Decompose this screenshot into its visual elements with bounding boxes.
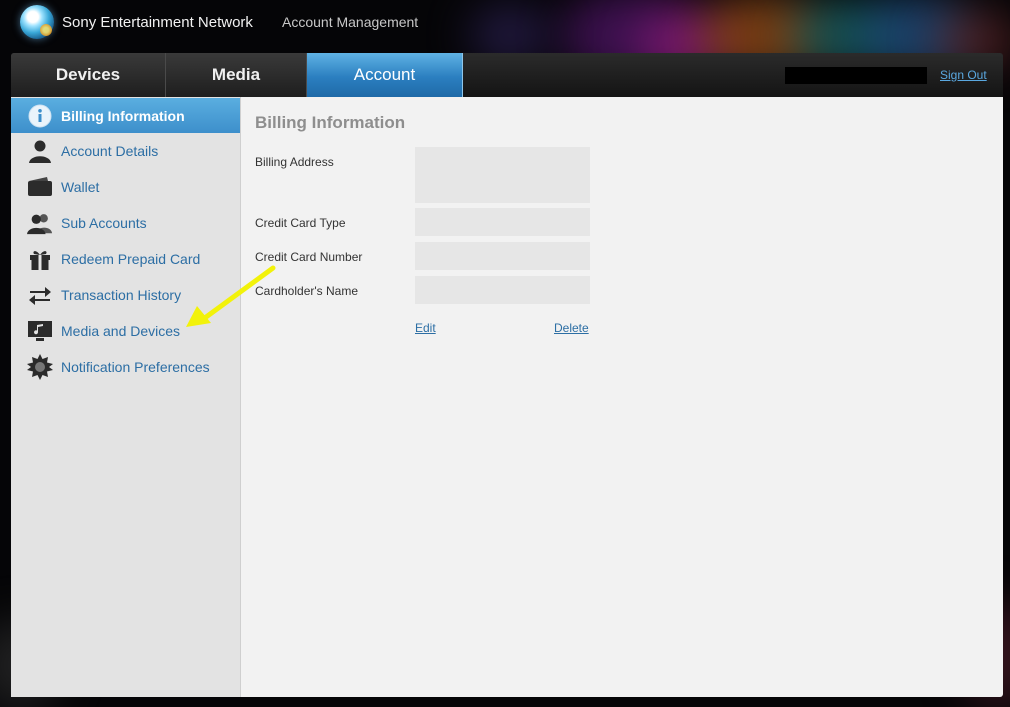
person-icon — [27, 138, 53, 164]
brand-name: Sony Entertainment Network — [62, 14, 253, 31]
sidebar-item-media-and-devices[interactable]: Media and Devices — [11, 313, 240, 349]
people-icon — [27, 210, 53, 236]
main-panel: Billing Information Account Details Wall… — [11, 97, 1003, 697]
sidebar-item-label: Transaction History — [61, 287, 182, 303]
edit-link[interactable]: Edit — [415, 321, 436, 335]
tab-devices[interactable]: Devices — [11, 53, 166, 97]
tab-account[interactable]: Account — [307, 53, 463, 97]
arrows-icon — [27, 282, 53, 308]
sidebar: Billing Information Account Details Wall… — [11, 97, 241, 697]
sidebar-item-label: Media and Devices — [61, 323, 181, 339]
sidebar-item-label: Account Details — [61, 143, 159, 159]
section-title: Account Management — [282, 14, 419, 30]
sign-out-link[interactable]: Sign Out — [940, 68, 987, 82]
credit-card-type-label: Credit Card Type — [255, 216, 346, 230]
gift-icon — [27, 246, 53, 272]
sidebar-item-transaction-history[interactable]: Transaction History — [11, 277, 240, 313]
tab-bar: Devices Media Account Sign Out — [11, 53, 1003, 97]
sidebar-item-label: Billing Information — [61, 107, 185, 124]
billing-address-label: Billing Address — [255, 155, 334, 169]
sidebar-item-notification-preferences[interactable]: Notification Preferences — [11, 349, 240, 385]
billing-content: Billing Information Billing Address Cred… — [255, 97, 995, 697]
music-monitor-icon — [27, 318, 53, 344]
badge-icon — [27, 354, 53, 380]
tab-media[interactable]: Media — [166, 53, 307, 97]
sidebar-item-label: Redeem Prepaid Card — [61, 251, 201, 267]
delete-link[interactable]: Delete — [554, 321, 589, 335]
credit-card-type-field-redacted — [415, 208, 590, 236]
info-icon — [27, 103, 53, 129]
page-title: Billing Information — [255, 113, 406, 132]
sidebar-item-label: Notification Preferences — [61, 359, 210, 375]
sidebar-item-billing-information[interactable]: Billing Information — [11, 98, 240, 133]
billing-address-field-redacted — [415, 147, 590, 203]
wallet-icon — [27, 174, 53, 200]
cardholder-name-label: Cardholder's Name — [255, 284, 359, 298]
sidebar-item-label: Sub Accounts — [61, 215, 147, 231]
redacted-username — [785, 67, 927, 84]
sidebar-item-account-details[interactable]: Account Details — [11, 133, 240, 169]
sidebar-item-label: Wallet — [61, 179, 100, 195]
sidebar-item-sub-accounts[interactable]: Sub Accounts — [11, 205, 240, 241]
cardholder-name-field-redacted — [415, 276, 590, 304]
sidebar-item-redeem-prepaid-card[interactable]: Redeem Prepaid Card — [11, 241, 240, 277]
credit-card-number-label: Credit Card Number — [255, 250, 363, 264]
sidebar-item-wallet[interactable]: Wallet — [11, 169, 240, 205]
sen-logo-icon — [20, 5, 54, 39]
credit-card-number-field-redacted — [415, 242, 590, 270]
header: Sony Entertainment Network Account Manag… — [0, 0, 1010, 50]
